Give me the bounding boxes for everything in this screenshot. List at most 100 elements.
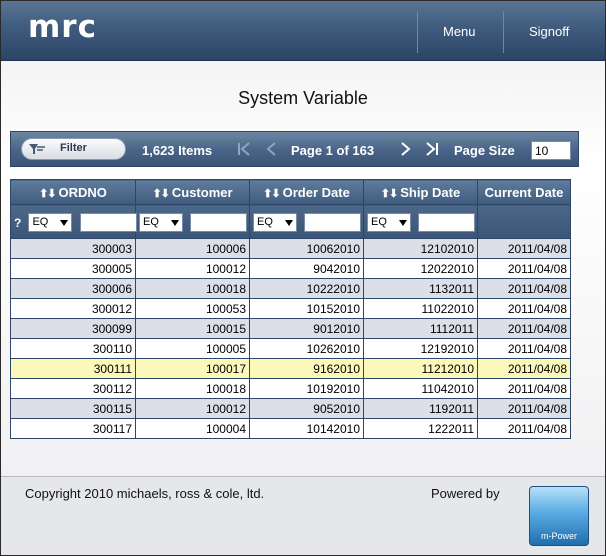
cell-ship-date: 12102010	[363, 238, 478, 259]
cell-ordno: 300005	[10, 258, 136, 279]
ordno-operator-select[interactable]: EQ	[28, 212, 73, 232]
header-divider	[417, 11, 418, 53]
cell-ordno: 300111	[10, 358, 136, 379]
table-row-highlighted[interactable]: 300111 100017 9162010 11212010 2011/04/0…	[10, 358, 571, 379]
items-count: 1,623 Items	[142, 143, 213, 158]
filter-label: Filter	[60, 142, 87, 154]
cell-customer: 100018	[135, 278, 250, 299]
cell-ship-date: 12192010	[363, 338, 478, 359]
filter-cell-customer: EQ	[135, 204, 250, 239]
cell-ship-date: 12022010	[363, 258, 478, 279]
filter-cell-ordno: ? EQ	[10, 204, 137, 239]
help-icon[interactable]: ?	[14, 216, 21, 230]
main-content: System Variable Filter 1,623 Items Page …	[1, 61, 605, 476]
table-row[interactable]: 300099 100015 9012010 1112011 2011/04/08	[10, 318, 571, 339]
menu-link[interactable]: Menu	[443, 24, 476, 39]
header-divider	[503, 11, 504, 53]
cell-ordno: 300115	[10, 398, 136, 419]
order-date-operator-select[interactable]: EQ	[253, 212, 297, 232]
table-row[interactable]: 300112 100018 10192010 11042010 2011/04/…	[10, 378, 571, 399]
page-title: System Variable	[238, 88, 368, 108]
cell-ordno: 300110	[10, 338, 136, 359]
table-row[interactable]: 300006 100018 10222010 1132011 2011/04/0…	[10, 278, 571, 299]
dropdown-arrow-icon	[60, 219, 69, 226]
col-ship-date[interactable]: ⬆⬇ Ship Date	[363, 179, 478, 205]
customer-operator-select[interactable]: EQ	[139, 212, 183, 232]
table-row[interactable]: 300012 100053 10152010 11022010 2011/04/…	[10, 298, 571, 319]
app-window: mrc Menu Signoff System Variable Filter …	[0, 0, 606, 556]
cell-order-date: 10062010	[249, 238, 364, 259]
cell-ordno: 300012	[10, 298, 136, 319]
ordno-filter-input[interactable]	[79, 212, 137, 232]
cell-current-date: 2011/04/08	[477, 318, 571, 339]
sort-arrows-icon[interactable]: ⬆⬇	[152, 188, 169, 200]
sort-arrows-icon[interactable]: ⬆⬇	[263, 188, 280, 200]
cell-ship-date: 1132011	[363, 278, 478, 299]
first-page-icon[interactable]	[235, 139, 255, 159]
grid-toolbar: Filter 1,623 Items Page 1 of 163 Page Si…	[10, 131, 579, 167]
cell-ship-date: 1112011	[363, 318, 478, 339]
mrc-logo: mrc	[28, 9, 97, 45]
cell-ordno: 300112	[10, 378, 136, 399]
cell-current-date: 2011/04/08	[477, 398, 571, 419]
cell-customer: 100015	[135, 318, 250, 339]
cell-customer: 100004	[135, 418, 250, 439]
mpower-logo-text: m-Power	[540, 531, 577, 541]
table-row[interactable]: 300110 100005 10262010 12192010 2011/04/…	[10, 338, 571, 359]
prev-page-icon[interactable]	[262, 139, 282, 159]
cell-current-date: 2011/04/08	[477, 258, 571, 279]
header-bar: mrc Menu Signoff	[1, 1, 605, 61]
cell-current-date: 2011/04/08	[477, 278, 571, 299]
col-order-date[interactable]: ⬆⬇ Order Date	[249, 179, 364, 205]
cell-current-date: 2011/04/08	[477, 298, 571, 319]
next-page-icon[interactable]	[395, 139, 415, 159]
cell-current-date: 2011/04/08	[477, 378, 571, 399]
cell-order-date: 9042010	[249, 258, 364, 279]
ship-date-filter-input[interactable]	[418, 212, 476, 232]
cell-current-date: 2011/04/08	[477, 358, 571, 379]
filter-row: ? EQ EQ EQ EQ	[10, 204, 571, 239]
cell-ship-date: 11042010	[363, 378, 478, 399]
sort-arrows-icon[interactable]: ⬆⬇	[381, 188, 398, 200]
powered-by-text: Powered by	[431, 486, 500, 501]
mpower-logo[interactable]: m-Power	[529, 486, 589, 546]
signoff-link[interactable]: Signoff	[529, 24, 569, 39]
col-customer[interactable]: ⬆⬇ Customer	[135, 179, 250, 205]
table-row[interactable]: 300115 100012 9052010 1192011 2011/04/08	[10, 398, 571, 419]
filter-cell-current-date	[477, 204, 571, 239]
page-size-input[interactable]: 10	[531, 141, 571, 160]
last-page-icon[interactable]	[422, 139, 442, 159]
col-current-date: Current Date	[477, 179, 571, 205]
table-row[interactable]: 300003 100006 10062010 12102010 2011/04/…	[10, 238, 571, 259]
page-size-label: Page Size	[454, 143, 515, 158]
table-row[interactable]: 300005 100012 9042010 12022010 2011/04/0…	[10, 258, 571, 279]
page-info: Page 1 of 163	[291, 143, 375, 158]
cell-current-date: 2011/04/08	[477, 418, 571, 439]
header-row: ⬆⬇ ORDNO ⬆⬇ Customer ⬆⬇ Order Date ⬆⬇ Ship D…	[10, 179, 571, 205]
cell-customer: 100012	[135, 258, 250, 279]
cell-customer: 100017	[135, 358, 250, 379]
order-date-filter-input[interactable]	[304, 212, 362, 232]
customer-filter-input[interactable]	[190, 212, 248, 232]
ship-date-operator-select[interactable]: EQ	[367, 212, 411, 232]
filter-cell-ship-date: EQ	[363, 204, 478, 239]
sort-arrows-icon[interactable]: ⬆⬇	[39, 188, 56, 200]
col-ordno[interactable]: ⬆⬇ ORDNO	[10, 179, 136, 205]
dropdown-arrow-icon	[171, 219, 179, 226]
cell-order-date: 9012010	[249, 318, 364, 339]
filter-button[interactable]: Filter	[21, 138, 126, 160]
cell-customer: 100018	[135, 378, 250, 399]
cell-ship-date: 1222011	[363, 418, 478, 439]
cell-customer: 100006	[135, 238, 250, 259]
cell-ordno: 300006	[10, 278, 136, 299]
cell-customer: 100005	[135, 338, 250, 359]
table-row[interactable]: 300117 100004 10142010 1222011 2011/04/0…	[10, 418, 571, 439]
cell-order-date: 10222010	[249, 278, 364, 299]
data-grid: ⬆⬇ ORDNO ⬆⬇ Customer ⬆⬇ Order Date ⬆⬇ Ship D…	[10, 179, 571, 439]
cell-order-date: 10142010	[249, 418, 364, 439]
cell-order-date: 10262010	[249, 338, 364, 359]
dropdown-arrow-icon	[399, 219, 407, 226]
cell-ordno: 300099	[10, 318, 136, 339]
cell-ship-date: 11022010	[363, 298, 478, 319]
cell-customer: 100053	[135, 298, 250, 319]
